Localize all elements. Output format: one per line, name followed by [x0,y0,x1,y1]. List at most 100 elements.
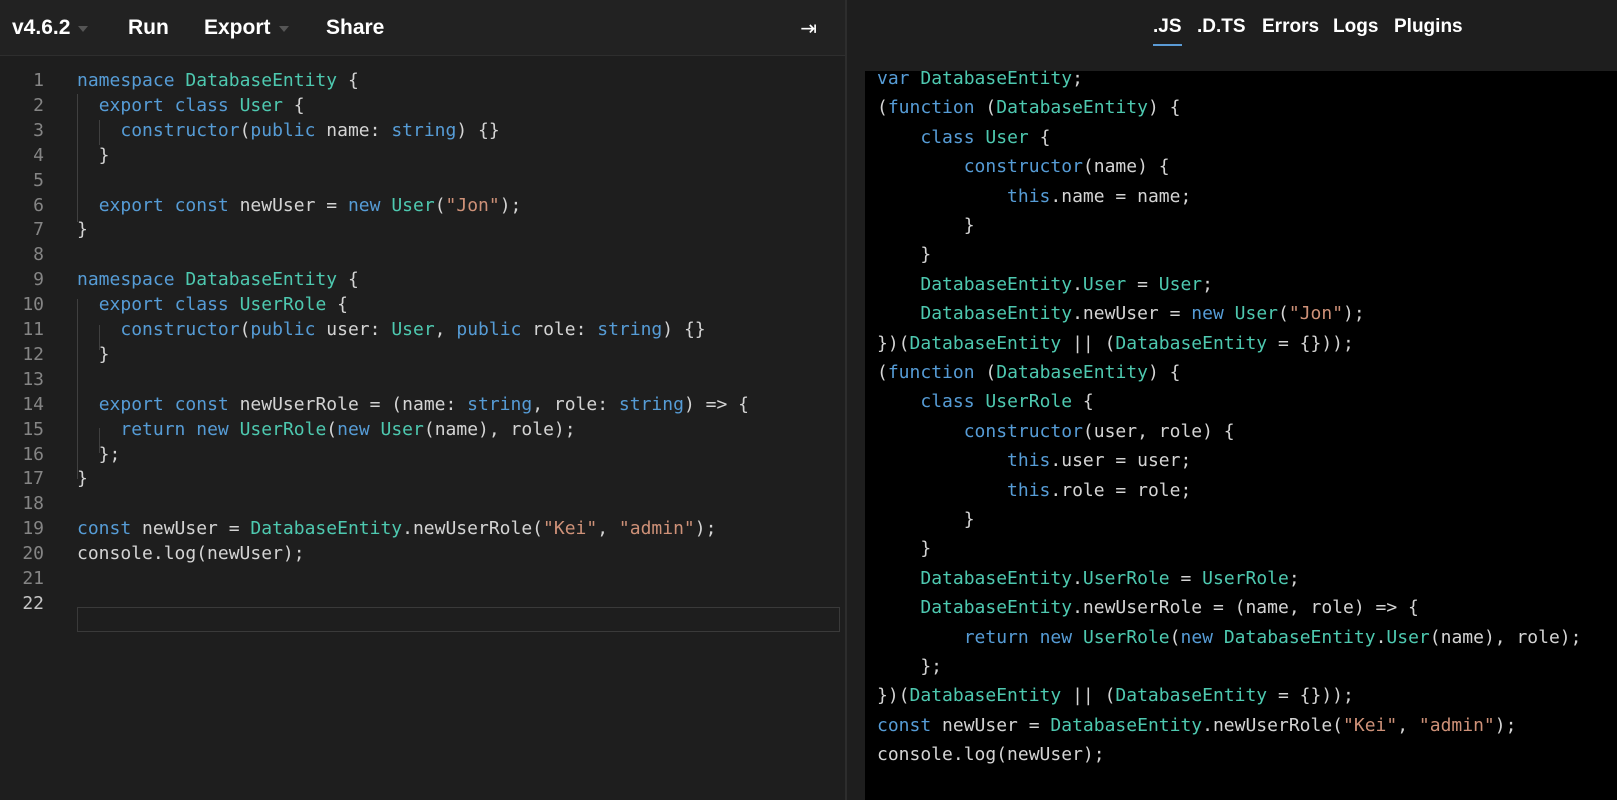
output-tabs: .JS .D.TS Errors Logs Plugins [865,0,1617,71]
code-token: ( [1278,303,1289,325]
code-token: ); [1343,303,1365,325]
tab-dts[interactable]: .D.TS [1197,16,1246,44]
output-line: this.name = name; [877,182,1191,212]
code-token: "Kei" [1343,714,1398,736]
editor-line: 10 export class UserRole { [0,292,845,318]
editor-line: 12 } [0,342,845,368]
code-token: ); [694,518,717,540]
version-dropdown[interactable]: v4.6.2 [12,0,89,55]
code-token: export [98,194,164,216]
export-dropdown[interactable]: Export [204,0,289,55]
code-token: ) {} [456,119,500,141]
tab-errors[interactable]: Errors [1262,16,1319,44]
code-token: } [877,509,975,530]
line-number: 8 [33,244,44,266]
chevron-down-icon [78,26,89,32]
tab-logs[interactable]: Logs [1333,16,1378,44]
code-token: ; [1288,567,1300,589]
code-token: new [1191,303,1224,325]
code-token: ; [1072,68,1083,89]
output-line: var DatabaseEntity; [877,64,1083,94]
code-token: this [1007,479,1051,501]
editor-line: 13 [0,367,845,393]
code-token: User [239,94,283,116]
editor-line: 7} [0,217,845,243]
code-token: string [618,393,684,415]
code-token: string [391,119,457,141]
code-token: User [380,418,424,440]
version-label: v4.6.2 [12,15,71,39]
code-token: ( [1169,626,1181,648]
code-token: "Jon" [1288,303,1344,325]
code-token: DatabaseEntity [920,273,1073,295]
output-line: this.role = role; [877,476,1191,506]
code-token: DatabaseEntity [996,97,1148,119]
code-token: UserRole [239,418,327,440]
line-number: 18 [22,493,44,515]
code-token: DatabaseEntity [1050,714,1203,736]
editor-line: 3 constructor(public name: string) {} [0,118,845,144]
code-token: })( [877,332,910,354]
tab-js[interactable]: .JS [1153,16,1182,46]
compiled-js-output[interactable]: var DatabaseEntity; (function (DatabaseEn… [865,68,1617,800]
share-button[interactable]: Share [326,0,384,55]
code-token: UserRole [985,391,1073,413]
code-editor[interactable]: 1 namespace DatabaseEntity {2 export clas… [0,68,845,800]
code-token: { [282,94,305,116]
run-button[interactable]: Run [128,0,169,55]
pane-splitter[interactable] [845,0,865,800]
code-token: role: [521,319,598,340]
code-token: new [196,418,229,440]
tab-plugins[interactable]: Plugins [1394,16,1463,44]
editor-line: 15 return new UserRole(new User(name), r… [0,417,845,443]
code-token: })( [877,685,910,707]
code-token: UserRole [1082,567,1170,589]
line-number: 15 [22,418,44,440]
editor-line: 20 console.log(newUser); [0,541,845,567]
code-token: ) {} [662,319,706,340]
code-token: namespace [77,70,175,91]
line-code: constructor(public name: string) {} [77,118,500,144]
code-token: DatabaseEntity [920,68,1073,89]
code-token: User [1234,303,1279,325]
line-number: 6 [33,194,44,216]
line-number: 16 [22,443,44,465]
code-token: User [1082,273,1127,295]
output-line: constructor(name) { [877,152,1170,182]
code-token: ( [239,319,251,340]
code-token: ( [239,119,251,141]
editor-line: 2 export class User { [0,93,845,119]
code-token: = {})); [1267,685,1354,707]
code-token: DatabaseEntity [920,303,1073,325]
collapse-sidebar-icon[interactable]: ⇥ [800,0,817,56]
code-token: string [467,393,533,415]
code-token: } [877,538,932,560]
line-code: constructor(public user: User, public ro… [77,317,706,343]
line-number: 21 [22,568,44,589]
code-token: } [877,215,975,236]
code-token: = [1126,273,1159,295]
code-token: (name) { [1082,156,1170,178]
code-token: const [174,393,229,415]
code-token: DatabaseEntity [1115,685,1268,707]
code-token: User [391,319,435,340]
output-line: (function (DatabaseEntity) { [877,93,1180,123]
editor-line: 1 namespace DatabaseEntity { [0,68,845,94]
line-code: export class User { [77,93,305,119]
editor-line: 16 }; [0,442,845,468]
code-token: this [1007,185,1051,207]
code-token: constructor [963,156,1083,178]
line-code: export class UserRole { [77,292,348,318]
